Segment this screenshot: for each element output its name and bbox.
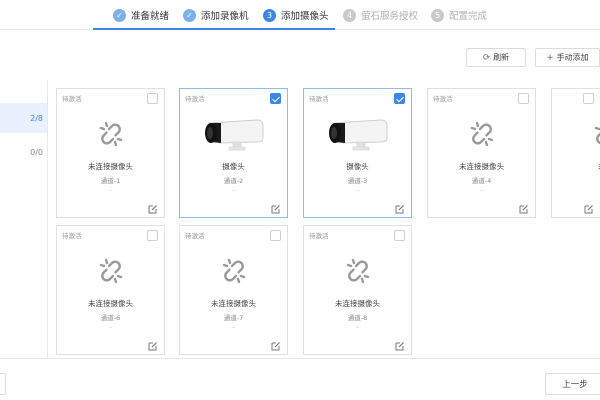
manual-add-label: 手动添加 (556, 53, 589, 62)
camera-name: 未连接摄像头 (335, 299, 380, 308)
camera-name: 未连接摄像头 (211, 299, 256, 308)
camera-detail: - (109, 323, 112, 331)
camera-checkbox[interactable] (583, 93, 594, 104)
manual-add-button[interactable]: + 手动添加 (535, 48, 600, 67)
camera-name: 摄像头 (346, 162, 369, 171)
step-3-number: 3 (263, 8, 276, 22)
previous-step-button[interactable]: 上一步 (545, 373, 600, 395)
camera-card[interactable]: 待激活未连接摄像头 通道-1- (56, 88, 165, 218)
activation-status: 待激活 (62, 232, 82, 240)
edit-icon[interactable] (270, 200, 281, 214)
camera-detail: - (356, 186, 359, 194)
activation-status: 待激活 (433, 95, 453, 103)
activation-status: 待激活 (185, 95, 205, 103)
step-3: 3 添加摄像头 (263, 6, 329, 24)
edit-icon[interactable] (147, 337, 158, 351)
camera-checkbox[interactable] (147, 93, 158, 104)
bullet-camera-icon (180, 109, 287, 159)
refresh-icon: ⟳ (482, 52, 491, 63)
current-step-underline (93, 28, 335, 30)
camera-card[interactable]: 未连 (551, 88, 600, 218)
bullet-camera-icon (304, 109, 411, 159)
camera-checkbox[interactable] (147, 230, 158, 241)
channel-label: 通道-6 (100, 314, 121, 322)
refresh-label: 刷新 (493, 53, 510, 62)
camera-detail: - (480, 186, 483, 194)
sidebar-item-recorder-2[interactable]: 0/0 (0, 137, 47, 167)
step-5: 5 配置完成 (431, 6, 487, 24)
sidebar-item-count: 2/8 (30, 113, 43, 123)
refresh-button[interactable]: ⟳ 刷新 (466, 48, 526, 67)
camera-card[interactable]: 待激活未连接摄像头 通道-7- (179, 225, 288, 355)
channel-label: 通道-7 (223, 314, 244, 322)
activation-status: 待激活 (62, 95, 82, 103)
recorder-sidebar: 2/8 0/0 (0, 80, 48, 358)
broken-link-icon (57, 246, 164, 296)
channel-label: 通道-4 (471, 177, 492, 185)
camera-detail: - (232, 323, 235, 331)
previous-step-label: 上一步 (562, 380, 588, 390)
step-2-check-icon: ✓ (183, 8, 196, 22)
channel-label: 通道-2 (223, 177, 244, 185)
camera-detail: - (109, 186, 112, 194)
step-4-label: 萤石服务授权 (361, 11, 419, 22)
edit-icon[interactable] (394, 200, 405, 214)
footer-bar: 上一步 (0, 358, 600, 400)
edit-icon[interactable] (270, 337, 281, 351)
camera-name: 未连 (552, 161, 600, 172)
step-1: ✓ 准备就绪 (113, 6, 169, 24)
step-progress-bar: ✓ 准备就绪 ✓ 添加录像机 3 添加摄像头 4 萤石服务授权 5 配置完成 (0, 0, 600, 30)
camera-card[interactable]: 待激活未连接摄像头 通道-8- (303, 225, 412, 355)
camera-name: 摄像头 (222, 162, 245, 171)
channel-label: 通道-1 (100, 177, 121, 185)
step-2: ✓ 添加录像机 (183, 6, 249, 24)
camera-name: 未连接摄像头 (459, 162, 504, 171)
broken-link-icon (552, 109, 600, 159)
step-4: 4 萤石服务授权 (343, 6, 418, 24)
camera-checkbox[interactable] (394, 230, 405, 241)
camera-checkbox[interactable] (270, 93, 281, 104)
sidebar-item-recorder-1[interactable]: 2/8 (0, 103, 47, 133)
step-2-label: 添加录像机 (201, 11, 249, 22)
plus-icon: + (546, 52, 554, 63)
channel-label: 通道-8 (347, 314, 368, 322)
step-3-label: 添加摄像头 (281, 11, 329, 22)
camera-card[interactable]: 待激活摄像头通道-3- (303, 88, 412, 218)
step-1-label: 准备就绪 (131, 11, 170, 22)
sidebar-item-count: 0/0 (30, 147, 43, 157)
camera-card[interactable]: 待激活未连接摄像头 通道-6- (56, 225, 165, 355)
channel-label: 通道-3 (347, 177, 368, 185)
camera-detail: - (232, 186, 235, 194)
footer-left-button[interactable] (0, 373, 6, 395)
camera-card[interactable]: 待激活未连接摄像头 通道-4- (427, 88, 536, 218)
broken-link-icon (57, 109, 164, 159)
edit-icon[interactable] (583, 200, 594, 214)
edit-icon[interactable] (518, 200, 529, 214)
edit-icon[interactable] (394, 337, 405, 351)
activation-status: 待激活 (309, 232, 329, 240)
step-4-number: 4 (343, 8, 356, 22)
broken-link-icon (180, 246, 287, 296)
camera-checkbox[interactable] (394, 93, 405, 104)
camera-checkbox[interactable] (270, 230, 281, 241)
activation-status: 待激活 (309, 95, 329, 103)
broken-link-icon (304, 246, 411, 296)
edit-icon[interactable] (147, 200, 158, 214)
step-5-number: 5 (431, 8, 444, 22)
camera-detail: - (356, 323, 359, 331)
camera-name: 未连接摄像头 (88, 162, 133, 171)
camera-name: 未连接摄像头 (88, 299, 133, 308)
step-1-check-icon: ✓ (113, 8, 126, 22)
camera-checkbox[interactable] (518, 93, 529, 104)
broken-link-icon (428, 109, 535, 159)
camera-card[interactable]: 待激活摄像头通道-2- (179, 88, 288, 218)
activation-status: 待激活 (185, 232, 205, 240)
step-5-label: 配置完成 (449, 11, 488, 22)
